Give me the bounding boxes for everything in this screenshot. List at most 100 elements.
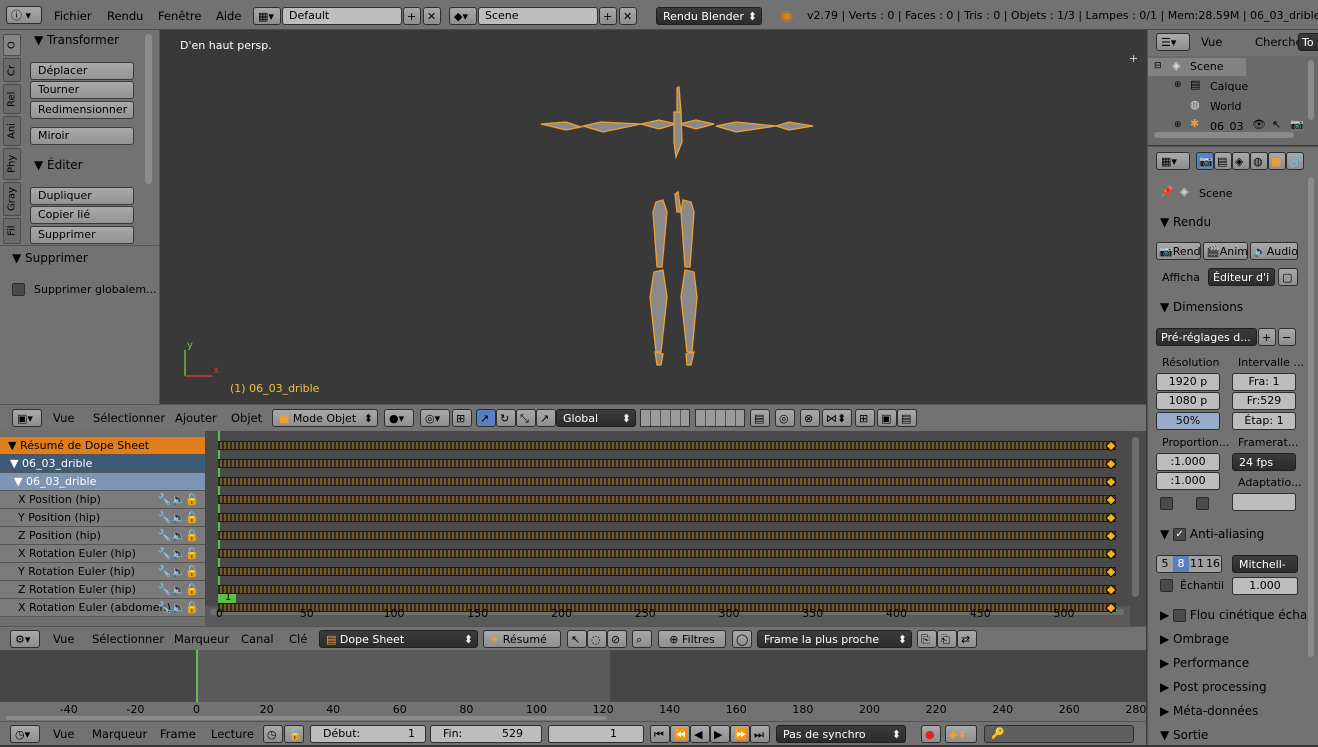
dimensions-panel-title[interactable]: ▼ Dimensions xyxy=(1160,297,1243,317)
render-image-button[interactable]: 📷Rendu xyxy=(1156,242,1201,260)
layout-icon[interactable]: ▦▾ xyxy=(253,7,281,25)
keying-set-dropdown[interactable]: ◆⬍ xyxy=(945,725,977,743)
expand-icon[interactable]: ⊕ xyxy=(1174,80,1182,90)
render-layers-icon[interactable]: ▤ xyxy=(1214,152,1232,170)
play-reverse-icon[interactable]: ◀ xyxy=(690,725,710,743)
outliner-item-calque[interactable]: Calque xyxy=(1210,80,1248,93)
channel-modifier-mute-lock-icons[interactable]: 🔧🔈🔓 xyxy=(158,581,199,599)
pivot-dropdown[interactable]: ◎▾ xyxy=(420,409,450,427)
properties-scrollbar[interactable] xyxy=(1308,177,1314,657)
start-frame-field[interactable]: Début: 1 xyxy=(310,725,426,743)
menu-selectionner[interactable]: Sélectionner xyxy=(92,626,164,652)
snap-mode-dropdown[interactable]: Frame la plus proche ⬍ xyxy=(757,630,912,648)
menu-frame[interactable]: Frame xyxy=(160,721,196,747)
scene-add-button[interactable]: + xyxy=(599,7,617,25)
framerate-dropdown[interactable]: 24 fps xyxy=(1232,453,1296,471)
resolution-percent-field[interactable]: 50% xyxy=(1156,412,1220,430)
editor-type-button[interactable]: ⓘ ▾ xyxy=(6,6,42,24)
frame-end-field[interactable]: Fr:529 xyxy=(1232,392,1296,410)
duplicate-button[interactable]: Dupliquer xyxy=(30,187,134,205)
channel-modifier-mute-lock-icons[interactable]: 🔧🔈🔓 xyxy=(158,563,199,581)
viewport-3d[interactable]: D'en haut persp. y x (1) 06_03_drible + xyxy=(161,30,1146,404)
outliner-item-scene[interactable]: Scene xyxy=(1190,60,1224,73)
dopesheet-channel-row[interactable]: Y Position (hip) 🔧🔈🔓 xyxy=(0,509,205,527)
orientation-dropdown[interactable]: Global ⬍ xyxy=(556,409,636,427)
antialiasing-checkbox[interactable]: ✓ xyxy=(1173,528,1187,541)
manipulator-rotate-icon[interactable]: ↻ xyxy=(496,409,516,427)
keyframe-track[interactable] xyxy=(218,459,1116,468)
duplicate-linked-button[interactable]: Copier lié xyxy=(30,206,134,224)
dopesheet-channel-row[interactable]: X Position (hip) 🔧🔈🔓 xyxy=(0,491,205,509)
tab-creer[interactable]: Cr xyxy=(3,58,21,82)
keyframe-track[interactable] xyxy=(218,441,1116,450)
layer-buttons-b[interactable] xyxy=(695,409,745,427)
keyframe-track[interactable] xyxy=(218,585,1116,594)
antialiasing-panel-title[interactable]: ▼ ✓ Anti-aliasing xyxy=(1160,524,1264,544)
aa-sample-5[interactable]: 5 xyxy=(1157,556,1173,572)
timeline-hscrollbar[interactable] xyxy=(6,716,606,720)
tab-physique[interactable]: Phy xyxy=(3,148,21,180)
jump-start-icon[interactable]: ⏮ xyxy=(650,725,670,743)
performance-panel-title[interactable]: ▶ Performance xyxy=(1160,653,1249,673)
scene-remove-button[interactable]: ✕ xyxy=(619,7,637,25)
mirror-button[interactable]: Miroir xyxy=(30,127,134,145)
mode-dropdown[interactable]: ■ Mode Objet ⬍ xyxy=(272,409,378,427)
jump-key-prev-icon[interactable]: ⏪ xyxy=(670,725,690,743)
paste-keys-icon[interactable]: ⎗ xyxy=(937,630,957,648)
full-sample-checkbox[interactable] xyxy=(1160,579,1173,592)
current-frame-field[interactable]: 1 xyxy=(548,725,644,743)
render-camera-icon[interactable]: 📷 xyxy=(1290,118,1304,131)
presets-dropdown[interactable]: Pré-réglages d... xyxy=(1156,328,1257,346)
properties-toggle-icon[interactable]: + xyxy=(1129,52,1138,65)
world-context-icon[interactable]: ◍ xyxy=(1250,152,1268,170)
pin-icon[interactable]: 📌 xyxy=(1160,185,1174,198)
menu-vue[interactable]: Vue xyxy=(1201,30,1222,54)
aa-filter-dropdown[interactable]: Mitchell- xyxy=(1232,555,1298,573)
lock-range-icon[interactable]: 🔒 xyxy=(284,725,304,743)
constraints-context-icon[interactable]: 🔗 xyxy=(1286,152,1304,170)
preview-range-icon[interactable]: ◷ xyxy=(263,725,283,743)
channel-modifier-mute-lock-icons[interactable]: 🔧🔈🔓 xyxy=(158,527,199,545)
delete-operator-title[interactable]: ▼ Supprimer xyxy=(12,248,88,268)
editor-type-button[interactable]: ⚙▾ xyxy=(10,630,40,648)
outliner-item-world[interactable]: World xyxy=(1210,100,1242,113)
timeline-playhead[interactable] xyxy=(196,650,198,702)
end-frame-field[interactable]: Fin: 529 xyxy=(430,725,542,743)
layout-remove-button[interactable]: ✕ xyxy=(423,7,441,25)
aspect-x-field[interactable]: :1.000 xyxy=(1156,453,1220,471)
filters-button[interactable]: ⊕ Filtres xyxy=(658,630,726,648)
outliner-hscrollbar[interactable] xyxy=(1154,132,1294,138)
show-hidden-icon[interactable]: ◌ xyxy=(587,630,607,648)
manipulator-scale-icon[interactable]: ⤡ xyxy=(516,409,536,427)
copy-keys-icon[interactable]: ⎘ xyxy=(917,630,937,648)
menu-vue[interactable]: Vue xyxy=(53,626,74,652)
object-context-icon[interactable]: ■ xyxy=(1268,152,1286,170)
keyframe-track[interactable] xyxy=(218,549,1116,558)
keying-set-field[interactable]: 🔑 xyxy=(984,725,1134,743)
delete-button[interactable]: Supprimer xyxy=(30,226,134,244)
armature-skeleton[interactable] xyxy=(531,82,821,372)
layer-buttons-a[interactable] xyxy=(640,409,690,427)
frame-start-field[interactable]: Fra: 1 xyxy=(1232,373,1296,391)
resize-button[interactable]: Redimensionner xyxy=(30,101,134,119)
menu-vue[interactable]: Vue xyxy=(53,721,74,747)
dopesheet-channel-row[interactable]: Y Rotation Euler (hip) 🔧🔈🔓 xyxy=(0,563,205,581)
render-audio-button[interactable]: 🔈Audio xyxy=(1250,242,1298,260)
render-image-icon[interactable]: ▣ xyxy=(877,409,897,427)
aa-size-field[interactable]: 1.000 xyxy=(1232,577,1298,595)
menu-fenetre[interactable]: Fenêtre xyxy=(158,3,201,29)
tab-outils[interactable]: O xyxy=(3,34,21,56)
only-selected-icon[interactable]: ↖ xyxy=(567,630,587,648)
aa-sample-8[interactable]: 8 xyxy=(1173,556,1189,572)
opengl-render-icon[interactable]: ⊞ xyxy=(855,409,875,427)
keyframe-track[interactable] xyxy=(218,531,1116,540)
menu-lecture[interactable]: Lecture xyxy=(211,721,254,747)
layout-field[interactable]: Default xyxy=(282,7,402,25)
rotate-button[interactable]: Tourner xyxy=(30,81,134,99)
scene-context-icon[interactable]: ◈ xyxy=(1232,152,1250,170)
menu-fichier[interactable]: Fichier xyxy=(54,3,92,29)
manipulator-extra-icon[interactable]: ↗ xyxy=(536,409,556,427)
dopesheet-channel-row[interactable]: ▼ Résumé de Dope Sheet xyxy=(0,437,205,455)
tab-animation[interactable]: Ani xyxy=(3,116,21,146)
render-anim-button[interactable]: 🎬Anim xyxy=(1203,242,1248,260)
